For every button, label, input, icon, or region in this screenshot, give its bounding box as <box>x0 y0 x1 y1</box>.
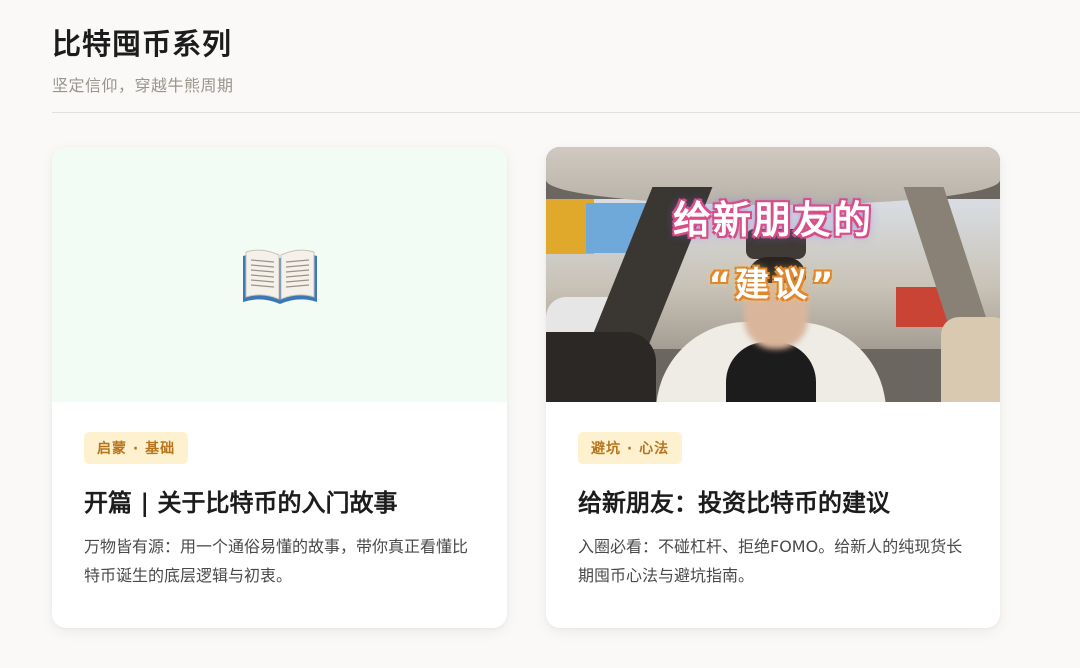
header-divider <box>52 112 1080 113</box>
steering-wheel <box>546 332 656 402</box>
cover-overlay-title: 给新朋友的 <box>672 198 873 242</box>
card-body: 避坑 · 心法 给新朋友：投资比特币的建议 入圈必看：不碰杠杆、拒绝FOMO。给… <box>546 402 1000 590</box>
header: 比特囤币系列 坚定信仰，穿越牛熊周期 <box>52 22 1080 96</box>
card-description: 入圈必看：不碰杠杆、拒绝FOMO。给新人的纯现货长期囤币心法与避坑指南。 <box>578 537 963 585</box>
card-tag: 避坑 · 心法 <box>578 432 683 464</box>
page: 比特囤币系列 坚定信仰，穿越牛熊周期 启蒙 · 基础 开篇 | 关于比特币的入门… <box>0 0 1080 668</box>
card-title[interactable]: 开篇 | 关于比特币的入门故事 <box>84 486 475 520</box>
car-seat <box>941 317 1000 402</box>
card-cover-photo: 给新朋友的 “建议” <box>546 147 1000 402</box>
page-subtitle: 坚定信仰，穿越牛熊周期 <box>52 76 234 95</box>
card-title[interactable]: 给新朋友：投资比特币的建议 <box>578 486 968 520</box>
card-body: 启蒙 · 基础 开篇 | 关于比特币的入门故事 万物皆有源：用一个通俗易懂的故事… <box>52 402 507 590</box>
open-book-icon <box>242 249 317 304</box>
page-title: 比特囤币系列 <box>52 27 233 61</box>
card-tag: 启蒙 · 基础 <box>84 432 189 464</box>
cover-overlay-subtitle: “建议” <box>708 265 838 305</box>
card-description: 万物皆有源：用一个通俗易懂的故事，带你真正看懂比特币诞生的底层逻辑与初衷。 <box>84 537 469 585</box>
article-card-intro[interactable]: 启蒙 · 基础 开篇 | 关于比特币的入门故事 万物皆有源：用一个通俗易懂的故事… <box>52 147 507 628</box>
card-cover <box>52 147 507 402</box>
article-card-advice[interactable]: 给新朋友的 “建议” 避坑 · 心法 给新朋友：投资比特币的建议 入圈必看：不碰… <box>546 147 1000 628</box>
